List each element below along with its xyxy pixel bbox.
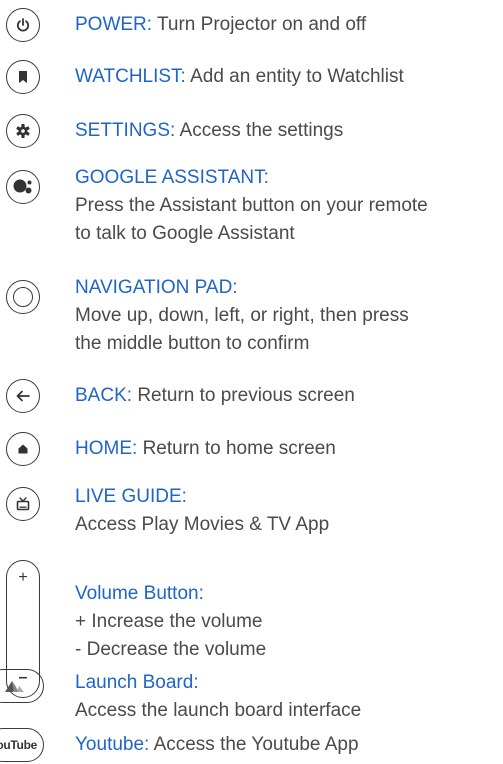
watchlist-label: WATCHLIST:: [75, 66, 186, 87]
navigation-pad-description-line-1: Move up, down, left, or right, then pres…: [75, 305, 409, 326]
back-arrow-icon: [6, 379, 40, 413]
volume-increase-description: + Increase the volume: [75, 611, 263, 632]
youtube-label: Youtube:: [75, 734, 150, 755]
google-assistant-icon: [6, 170, 40, 204]
back-description: Return to previous screen: [137, 385, 355, 406]
launch-board-icon: [0, 669, 44, 703]
launch-board-label: Launch Board:: [75, 672, 199, 693]
power-icon: [6, 8, 40, 42]
home-label: HOME:: [75, 438, 138, 459]
power-label: POWER:: [75, 14, 153, 35]
google-assistant-label: GOOGLE ASSISTANT:: [75, 167, 269, 188]
home-description: Return to home screen: [142, 438, 336, 459]
launch-board-description: Access the launch board interface: [75, 700, 362, 721]
youtube-icon: YouTube: [0, 728, 44, 762]
volume-decrease-description: - Decrease the volume: [75, 639, 267, 660]
google-assistant-description-line-2: to talk to Google Assistant: [75, 223, 295, 244]
volume-plus-icon: +: [18, 569, 28, 586]
settings-description: Access the settings: [179, 120, 344, 141]
youtube-badge-text: YouTube: [0, 738, 37, 752]
live-guide-description: Access Play Movies & TV App: [75, 514, 330, 535]
bookmark-icon: [6, 60, 40, 94]
tv-icon: [6, 487, 40, 521]
watchlist-description: Add an entity to Watchlist: [190, 66, 404, 87]
youtube-description: Access the Youtube App: [153, 734, 359, 755]
home-icon: [6, 432, 40, 466]
live-guide-label: LIVE GUIDE:: [75, 486, 187, 507]
navigation-pad-icon: [6, 280, 40, 314]
gear-icon: [6, 114, 40, 148]
power-description: Turn Projector on and off: [157, 14, 367, 35]
google-assistant-description-line-1: Press the Assistant button on your remot…: [75, 195, 428, 216]
navigation-pad-label: NAVIGATION PAD:: [75, 277, 238, 298]
back-label: BACK:: [75, 385, 133, 406]
volume-label: Volume Button:: [75, 583, 204, 604]
navigation-pad-description-line-2: the middle button to confirm: [75, 333, 310, 354]
settings-label: SETTINGS:: [75, 120, 176, 141]
